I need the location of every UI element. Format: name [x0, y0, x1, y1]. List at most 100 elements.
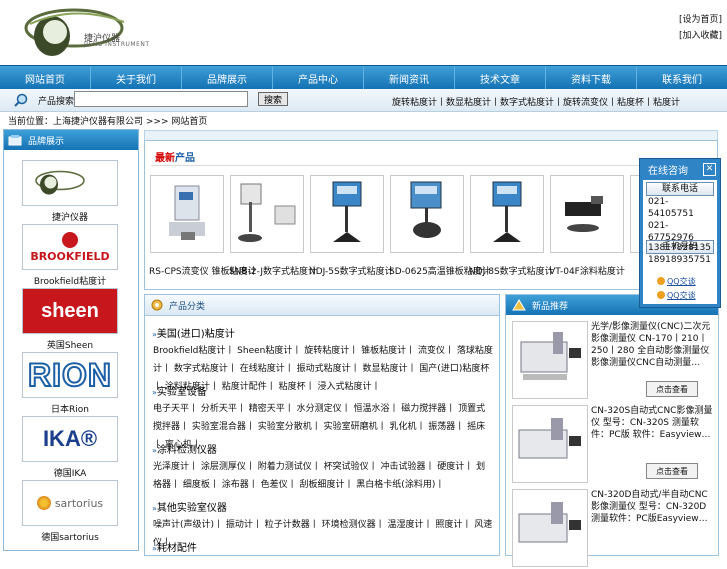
qq-chat-link[interactable]: QQ交谈 — [657, 276, 696, 287]
category-group-label[interactable]: 美国(进口)粘度计 — [157, 329, 235, 340]
nav-about[interactable]: 关于我们 — [91, 66, 182, 90]
ika-logo-text: IKA® — [42, 426, 98, 451]
sidebar-title: 品牌展示 — [28, 136, 65, 147]
latest-products: 最新产品 RS-CPS流变仪 锥板粘度计 SNB-2-J数字式粘度计 NDJ-5… — [144, 140, 718, 290]
nav-home[interactable]: 网站首页 — [0, 66, 91, 90]
jiehu-logo-icon — [35, 170, 85, 195]
brand-sidebar: 品牌展示 捷沪仪器 BROOKFIELD Brookfield粘度计 sheen… — [3, 129, 139, 551]
qq-icon — [657, 291, 665, 299]
close-icon[interactable]: ✕ — [703, 163, 716, 176]
product-image[interactable] — [150, 175, 224, 253]
nav-downloads[interactable]: 资料下载 — [546, 66, 637, 90]
product-card[interactable]: NDJ-5S数字式粘度计 — [309, 175, 394, 278]
breadcrumb: 当前位置：上海捷沪仪器有限公司 >>> 网站首页 — [8, 117, 208, 127]
brand-list-icon — [8, 135, 22, 146]
brand-ika[interactable]: IKA® 德国IKA — [22, 416, 118, 479]
product-card[interactable]: RS-CPS流变仪 锥板粘度计 — [149, 175, 257, 278]
category-group-title[interactable]: »美国(进口)粘度计 — [152, 325, 235, 340]
product-name[interactable]: RS-CPS流变仪 锥板粘度计 — [149, 267, 257, 278]
brand-brookfield[interactable]: BROOKFIELD Brookfield粘度计 — [22, 224, 118, 287]
sidebar-header: 品牌展示 — [4, 130, 138, 150]
brand-sartorius[interactable]: sartorius 德国sartorius — [22, 480, 118, 543]
qq-chat-label[interactable]: QQ交谈 — [667, 277, 696, 286]
product-name[interactable]: NDJ-8S数字式粘度计 — [469, 267, 554, 278]
product-card[interactable]: VT-04F涂料粘度计 — [549, 175, 625, 278]
add-favorite-link[interactable]: [加入收藏] — [679, 28, 722, 41]
qq-chat-link[interactable]: QQ交谈 — [657, 290, 696, 301]
brand-label[interactable]: 德国sartorius — [22, 530, 118, 543]
nav-brands[interactable]: 品牌展示 — [182, 66, 273, 90]
product-image[interactable] — [470, 175, 544, 253]
product-image[interactable] — [550, 175, 624, 253]
product-card[interactable]: SD-0625高温锥板粘度计 — [389, 175, 491, 278]
qq-chat-label[interactable]: QQ交谈 — [667, 291, 696, 300]
search-bar: 产品搜索 搜索 旋转粘度计丨数显粘度计丨数字式粘度计丨旋转流变仪丨粘度杯丨粘度计 — [0, 89, 727, 112]
brand-rion[interactable]: RION 日本Rion — [22, 352, 118, 415]
product-image[interactable] — [230, 175, 304, 253]
brand-jiehu[interactable]: 捷沪仪器 — [22, 160, 118, 223]
category-group-title[interactable]: »实验室设备 — [152, 383, 207, 398]
mobile-list: 13817828135 18918935751 — [648, 242, 711, 266]
set-homepage-link[interactable]: [设为首页] — [679, 12, 722, 25]
product-name[interactable]: SD-0625高温锥板粘度计 — [389, 267, 491, 278]
latest-title: 最新产品 — [155, 149, 195, 164]
new-product-image[interactable] — [512, 489, 588, 567]
product-image[interactable] — [390, 175, 464, 253]
brand-label[interactable]: 日本Rion — [22, 402, 118, 415]
brand-logo-rion[interactable]: RION — [22, 352, 118, 398]
search-button[interactable]: 搜索 — [258, 92, 288, 106]
brand-sheen[interactable]: sheen 英国Sheen — [22, 288, 118, 351]
product-name[interactable]: VT-04F涂料粘度计 — [549, 267, 625, 278]
header: 捷沪仪器 JIEHU INSTRUMENT [设为首页] [加入收藏] — [0, 0, 727, 64]
category-group-label[interactable]: 涂料检测仪器 — [157, 445, 217, 456]
view-details-button[interactable]: 点击查看 — [646, 463, 698, 479]
new-product-desc[interactable]: CN-320S自动式CNC影像测量仪 型号：CN-320S 测量软件：PC版 软… — [591, 405, 715, 441]
divider — [151, 165, 709, 166]
category-icon — [151, 299, 163, 311]
brand-logo-sheen[interactable]: sheen — [22, 288, 118, 334]
sartorius-mark-icon — [36, 496, 51, 510]
category-group-label[interactable]: 实验室设备 — [157, 387, 207, 398]
category-group-items[interactable]: 光泽度计丨 涂层测厚仪丨 附着力测试仪丨 杯突试验仪丨 冲击试验器丨 硬度计丨 … — [153, 458, 493, 494]
brand-logo-jiehu[interactable] — [22, 160, 118, 206]
nav-articles[interactable]: 技术文章 — [455, 66, 546, 90]
category-group-title[interactable]: »涂料检测仪器 — [152, 441, 217, 456]
new-product-image[interactable] — [512, 405, 588, 483]
sartorius-logo-text: sartorius — [54, 496, 104, 510]
main-nav: 网站首页 关于我们 品牌展示 产品中心 新闻资讯 技术文章 资料下载 联系我们 — [0, 65, 727, 90]
online-consult-panel: 在线咨询 ✕ 联系电话 021- 54105751 021- 67752976 … — [639, 158, 721, 308]
product-card[interactable]: NDJ-8S数字式粘度计 — [469, 175, 554, 278]
logo-english: JIEHU INSTRUMENT — [84, 41, 150, 48]
new-product-desc[interactable]: 光学/影像测量仪(CNC)二次元影像测量仪 CN-170丨210丨250丨280… — [591, 321, 715, 369]
nav-products[interactable]: 产品中心 — [273, 66, 364, 90]
category-group-label[interactable]: 其他实验室仪器 — [157, 503, 227, 514]
brand-label[interactable]: 德国IKA — [22, 466, 118, 479]
mobile-line: 13817828135 — [648, 243, 711, 253]
search-icon — [14, 93, 28, 107]
category-group-items[interactable]: 噪声计(声级计)丨 振动计丨 粒子计数器丨 环境检测仪器丨 温湿度计丨 照度计丨… — [153, 516, 493, 552]
new-product-desc[interactable]: CN-320D自动式/半自动CNC影像测量仪 型号：CN-320D 测量软件：P… — [591, 489, 715, 525]
mobile-line: 18918935751 — [648, 255, 711, 265]
category-group-title[interactable]: »耗材配件 — [152, 539, 197, 554]
category-title: 产品分类 — [169, 301, 206, 312]
new-product-image[interactable] — [512, 321, 588, 399]
brand-label[interactable]: 英国Sheen — [22, 338, 118, 351]
category-group-title[interactable]: »其他实验室仪器 — [152, 499, 227, 514]
phone-tab[interactable]: 联系电话 — [646, 182, 714, 196]
brand-logo-ika[interactable]: IKA® — [22, 416, 118, 462]
product-card[interactable]: SNB-2-J数字式粘度计 — [229, 175, 317, 278]
brand-logo-brookfield[interactable]: BROOKFIELD — [22, 224, 118, 270]
nav-contact[interactable]: 联系我们 — [637, 66, 727, 90]
search-input[interactable] — [74, 91, 248, 107]
qq-icon — [657, 277, 665, 285]
view-details-button[interactable]: 点击查看 — [646, 381, 698, 397]
product-image[interactable] — [310, 175, 384, 253]
nav-news[interactable]: 新闻资讯 — [364, 66, 455, 90]
brand-logo-sartorius[interactable]: sartorius — [22, 480, 118, 526]
product-name[interactable]: SNB-2-J数字式粘度计 — [229, 267, 317, 278]
brand-label[interactable]: 捷沪仪器 — [22, 210, 118, 223]
new-products: 新品推荐 光学/影像测量仪(CNC)二次元影像测量仪 CN-170丨210丨25… — [505, 294, 719, 567]
brand-label[interactable]: Brookfield粘度计 — [22, 274, 118, 287]
hot-keywords[interactable]: 旋转粘度计丨数显粘度计丨数字式粘度计丨旋转流变仪丨粘度杯丨粘度计 — [392, 95, 680, 108]
product-name[interactable]: NDJ-5S数字式粘度计 — [309, 267, 394, 278]
